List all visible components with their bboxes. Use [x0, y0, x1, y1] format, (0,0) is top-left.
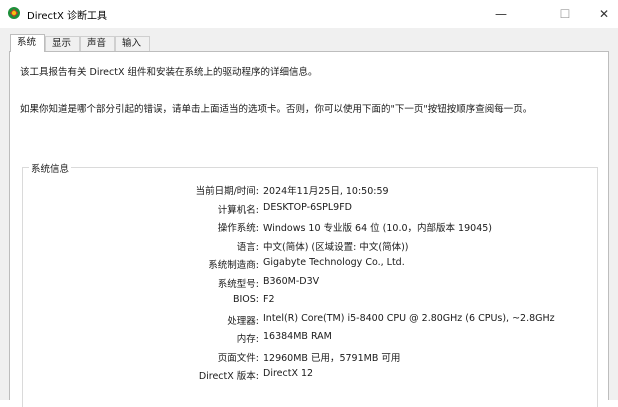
info-label: 系统制造商:	[208, 260, 259, 271]
info-value: Intel(R) Core(TM) i5-8400 CPU @ 2.80GHz …	[263, 313, 555, 324]
system-info-group-title: 系统信息	[29, 161, 72, 175]
directx-app-icon	[7, 6, 21, 20]
info-value: 12960MB 已用，5791MB 可用	[263, 353, 401, 364]
tab-instructions: 如果你知道是哪个部分引起的错误，请单击上面适当的选项卡。否则，你可以使用下面的"…	[20, 104, 533, 115]
info-label: 处理器:	[227, 316, 259, 327]
minimize-button[interactable]: —	[478, 0, 524, 28]
info-label: BIOS:	[232, 294, 259, 305]
maximize-button[interactable]: ☐	[542, 0, 588, 28]
info-row-bios: BIOS: F2	[23, 294, 599, 308]
tab-display[interactable]: 显示	[45, 36, 80, 51]
info-label: DirectX 版本:	[198, 371, 259, 382]
info-row-model: 系统型号: B360M-D3V	[23, 276, 599, 290]
info-label: 内存:	[236, 334, 259, 345]
info-row-manufacturer: 系统制造商: Gigabyte Technology Co., Ltd.	[23, 257, 599, 271]
info-label: 语言:	[236, 242, 259, 253]
info-value: 中文(简体) (区域设置: 中文(简体))	[263, 242, 409, 253]
info-label: 页面文件:	[217, 353, 259, 364]
info-value: 16384MB RAM	[263, 331, 332, 342]
info-value: 2024年11月25日, 10:50:59	[263, 186, 389, 197]
info-label: 当前日期/时间:	[195, 186, 259, 197]
info-value: B360M-D3V	[263, 276, 320, 287]
info-value: F2	[263, 294, 275, 305]
info-label: 操作系统:	[217, 223, 259, 234]
tab-input[interactable]: 输入	[115, 36, 150, 51]
info-row-language: 语言: 中文(简体) (区域设置: 中文(简体))	[23, 239, 599, 253]
system-tab-panel: 该工具报告有关 DirectX 组件和安装在系统上的驱动程序的详细信息。 如果你…	[9, 51, 609, 407]
info-label: 计算机名:	[217, 205, 259, 216]
info-label: 系统型号:	[217, 279, 259, 290]
title-bar: DirectX 诊断工具 — ☐ ✕	[0, 0, 618, 28]
info-value: Gigabyte Technology Co., Ltd.	[263, 257, 405, 268]
directx-diagnostic-window: DirectX 诊断工具 — ☐ ✕ 系统 显示 声音 输入 该工具报告有关 D…	[0, 0, 618, 407]
info-row-computer-name: 计算机名: DESKTOP-6SPL9FD	[23, 202, 599, 216]
tool-description: 该工具报告有关 DirectX 组件和安装在系统上的驱动程序的详细信息。	[20, 67, 318, 78]
close-button[interactable]: ✕	[590, 0, 618, 28]
window-title: DirectX 诊断工具	[27, 11, 107, 22]
system-info-group: 系统信息 当前日期/时间: 2024年11月25日, 10:50:59 计算机名…	[22, 161, 599, 407]
info-row-os: 操作系统: Windows 10 专业版 64 位 (10.0，内部版本 190…	[23, 220, 599, 234]
info-row-directx-version: DirectX 版本: DirectX 12	[23, 368, 599, 382]
info-row-processor: 处理器: Intel(R) Core(TM) i5-8400 CPU @ 2.8…	[23, 313, 599, 327]
tab-system[interactable]: 系统	[10, 34, 45, 52]
tab-sound[interactable]: 声音	[80, 36, 115, 51]
info-value: DirectX 12	[263, 368, 314, 379]
info-row-datetime: 当前日期/时间: 2024年11月25日, 10:50:59	[23, 183, 599, 197]
info-value: Windows 10 专业版 64 位 (10.0，内部版本 19045)	[263, 223, 492, 234]
info-row-memory: 内存: 16384MB RAM	[23, 331, 599, 345]
info-value: DESKTOP-6SPL9FD	[263, 202, 352, 213]
info-row-page-file: 页面文件: 12960MB 已用，5791MB 可用	[23, 350, 599, 364]
